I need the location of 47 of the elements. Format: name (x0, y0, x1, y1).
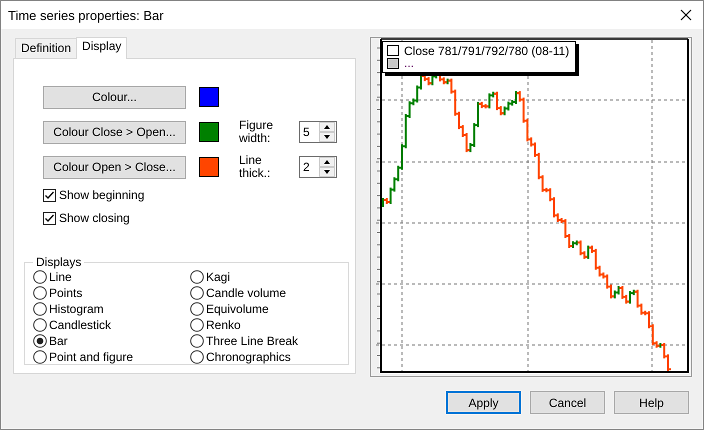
dialog-button[interactable]: Cancel (530, 391, 605, 414)
radio-button[interactable] (33, 318, 47, 332)
radio-label[interactable]: Candle volume (206, 286, 286, 300)
tab[interactable]: Definition (15, 38, 78, 58)
radio-label[interactable]: Equivolume (206, 302, 269, 316)
radio-button[interactable] (190, 334, 204, 348)
group-title: Displays (35, 255, 82, 269)
dialog-button[interactable]: Help (614, 391, 689, 414)
radio-label[interactable]: Bar (49, 334, 68, 348)
radio-button[interactable] (190, 270, 204, 284)
radio-label[interactable]: Renko (206, 318, 241, 332)
radio-label[interactable]: Three Line Break (206, 334, 298, 348)
legend-label: Close 781/791/792/780 (08-11) (404, 44, 570, 58)
radio-button[interactable] (190, 302, 204, 316)
spin-arrows-icon[interactable] (319, 157, 335, 177)
radio-button[interactable] (33, 302, 47, 316)
radio-label[interactable]: Histogram (49, 302, 104, 316)
radio-button[interactable] (190, 350, 204, 364)
spinner-field[interactable]: 2 (299, 156, 337, 178)
window-title: Time series properties: Bar (8, 8, 164, 22)
radio-button[interactable] (190, 286, 204, 300)
radio-label[interactable]: Chronographics (206, 350, 291, 364)
colour-button[interactable]: Colour Open > Close... (43, 156, 186, 178)
radio-label[interactable]: Kagi (206, 270, 230, 284)
close-icon[interactable] (680, 9, 692, 21)
dialog-button[interactable]: Apply (446, 391, 521, 414)
radio-button[interactable] (33, 334, 47, 348)
checkbox[interactable] (43, 212, 56, 224)
tab[interactable]: Display (76, 37, 128, 59)
spinner-label: Line thick.: (239, 154, 272, 180)
spinner-field[interactable]: 5 (299, 121, 337, 143)
radio-label[interactable]: Candlestick (49, 318, 112, 332)
radio-label[interactable]: Points (49, 286, 82, 300)
radio-label[interactable]: Point and figure (49, 350, 134, 364)
radio-button[interactable] (33, 270, 47, 284)
checkbox-label[interactable]: Show closing (59, 211, 130, 225)
legend-label: ... (404, 59, 414, 68)
radio-label[interactable]: Line (49, 270, 72, 284)
radio-button[interactable] (33, 286, 47, 300)
radio-button[interactable] (190, 318, 204, 332)
spinner-label: Figure width: (239, 119, 274, 145)
radio-button[interactable] (33, 350, 47, 364)
colour-button[interactable]: Colour... (43, 86, 186, 108)
checkbox-label[interactable]: Show beginning (59, 188, 144, 202)
checkbox[interactable] (43, 188, 56, 202)
spin-arrows-icon[interactable] (319, 122, 335, 142)
colour-button[interactable]: Colour Close > Open... (43, 120, 186, 144)
